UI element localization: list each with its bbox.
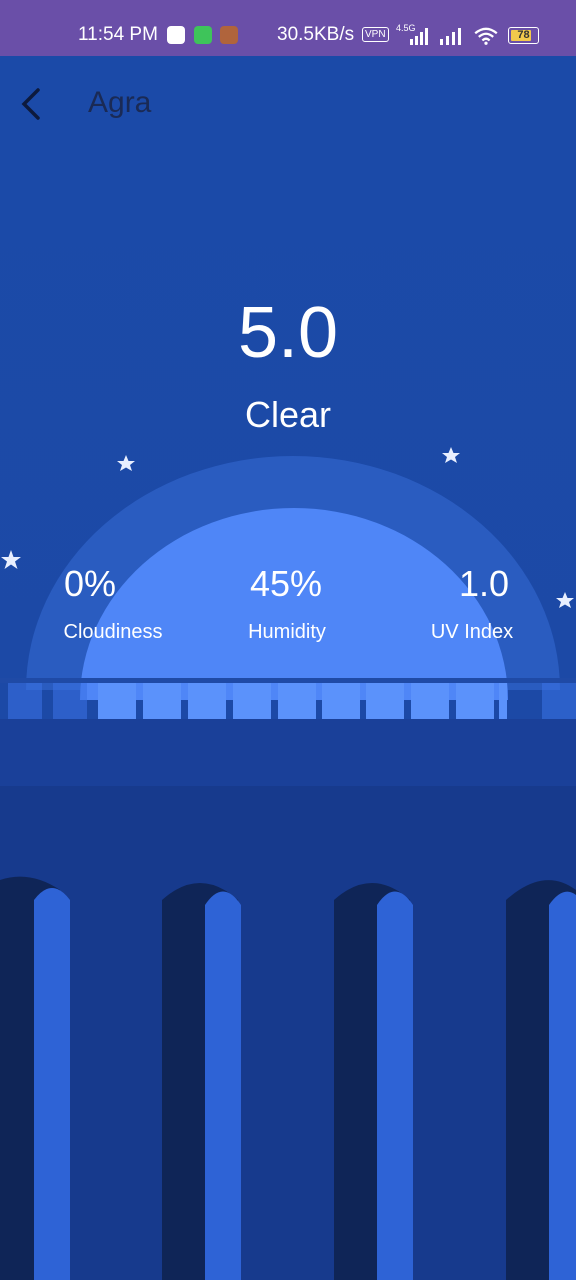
humidity-label: Humidity xyxy=(248,621,326,643)
humidity-value: 45% xyxy=(249,563,323,604)
cloudiness-label: Cloudiness xyxy=(63,621,163,643)
chevron-left-icon[interactable] xyxy=(18,86,46,122)
weather-condition: Clear xyxy=(244,394,332,435)
uv-index-value: 1.0 xyxy=(458,563,510,604)
city-title: Agra xyxy=(88,86,152,119)
star-icon xyxy=(1,550,21,569)
temperature-value: 5.0 xyxy=(237,293,339,373)
star-icon xyxy=(556,592,574,608)
top-app-bar: Agra xyxy=(0,56,576,152)
uv-index-label: UV Index xyxy=(430,621,514,643)
cloudiness-value: 0% xyxy=(63,563,117,604)
star-icon xyxy=(442,447,460,463)
star-icon xyxy=(117,455,135,471)
